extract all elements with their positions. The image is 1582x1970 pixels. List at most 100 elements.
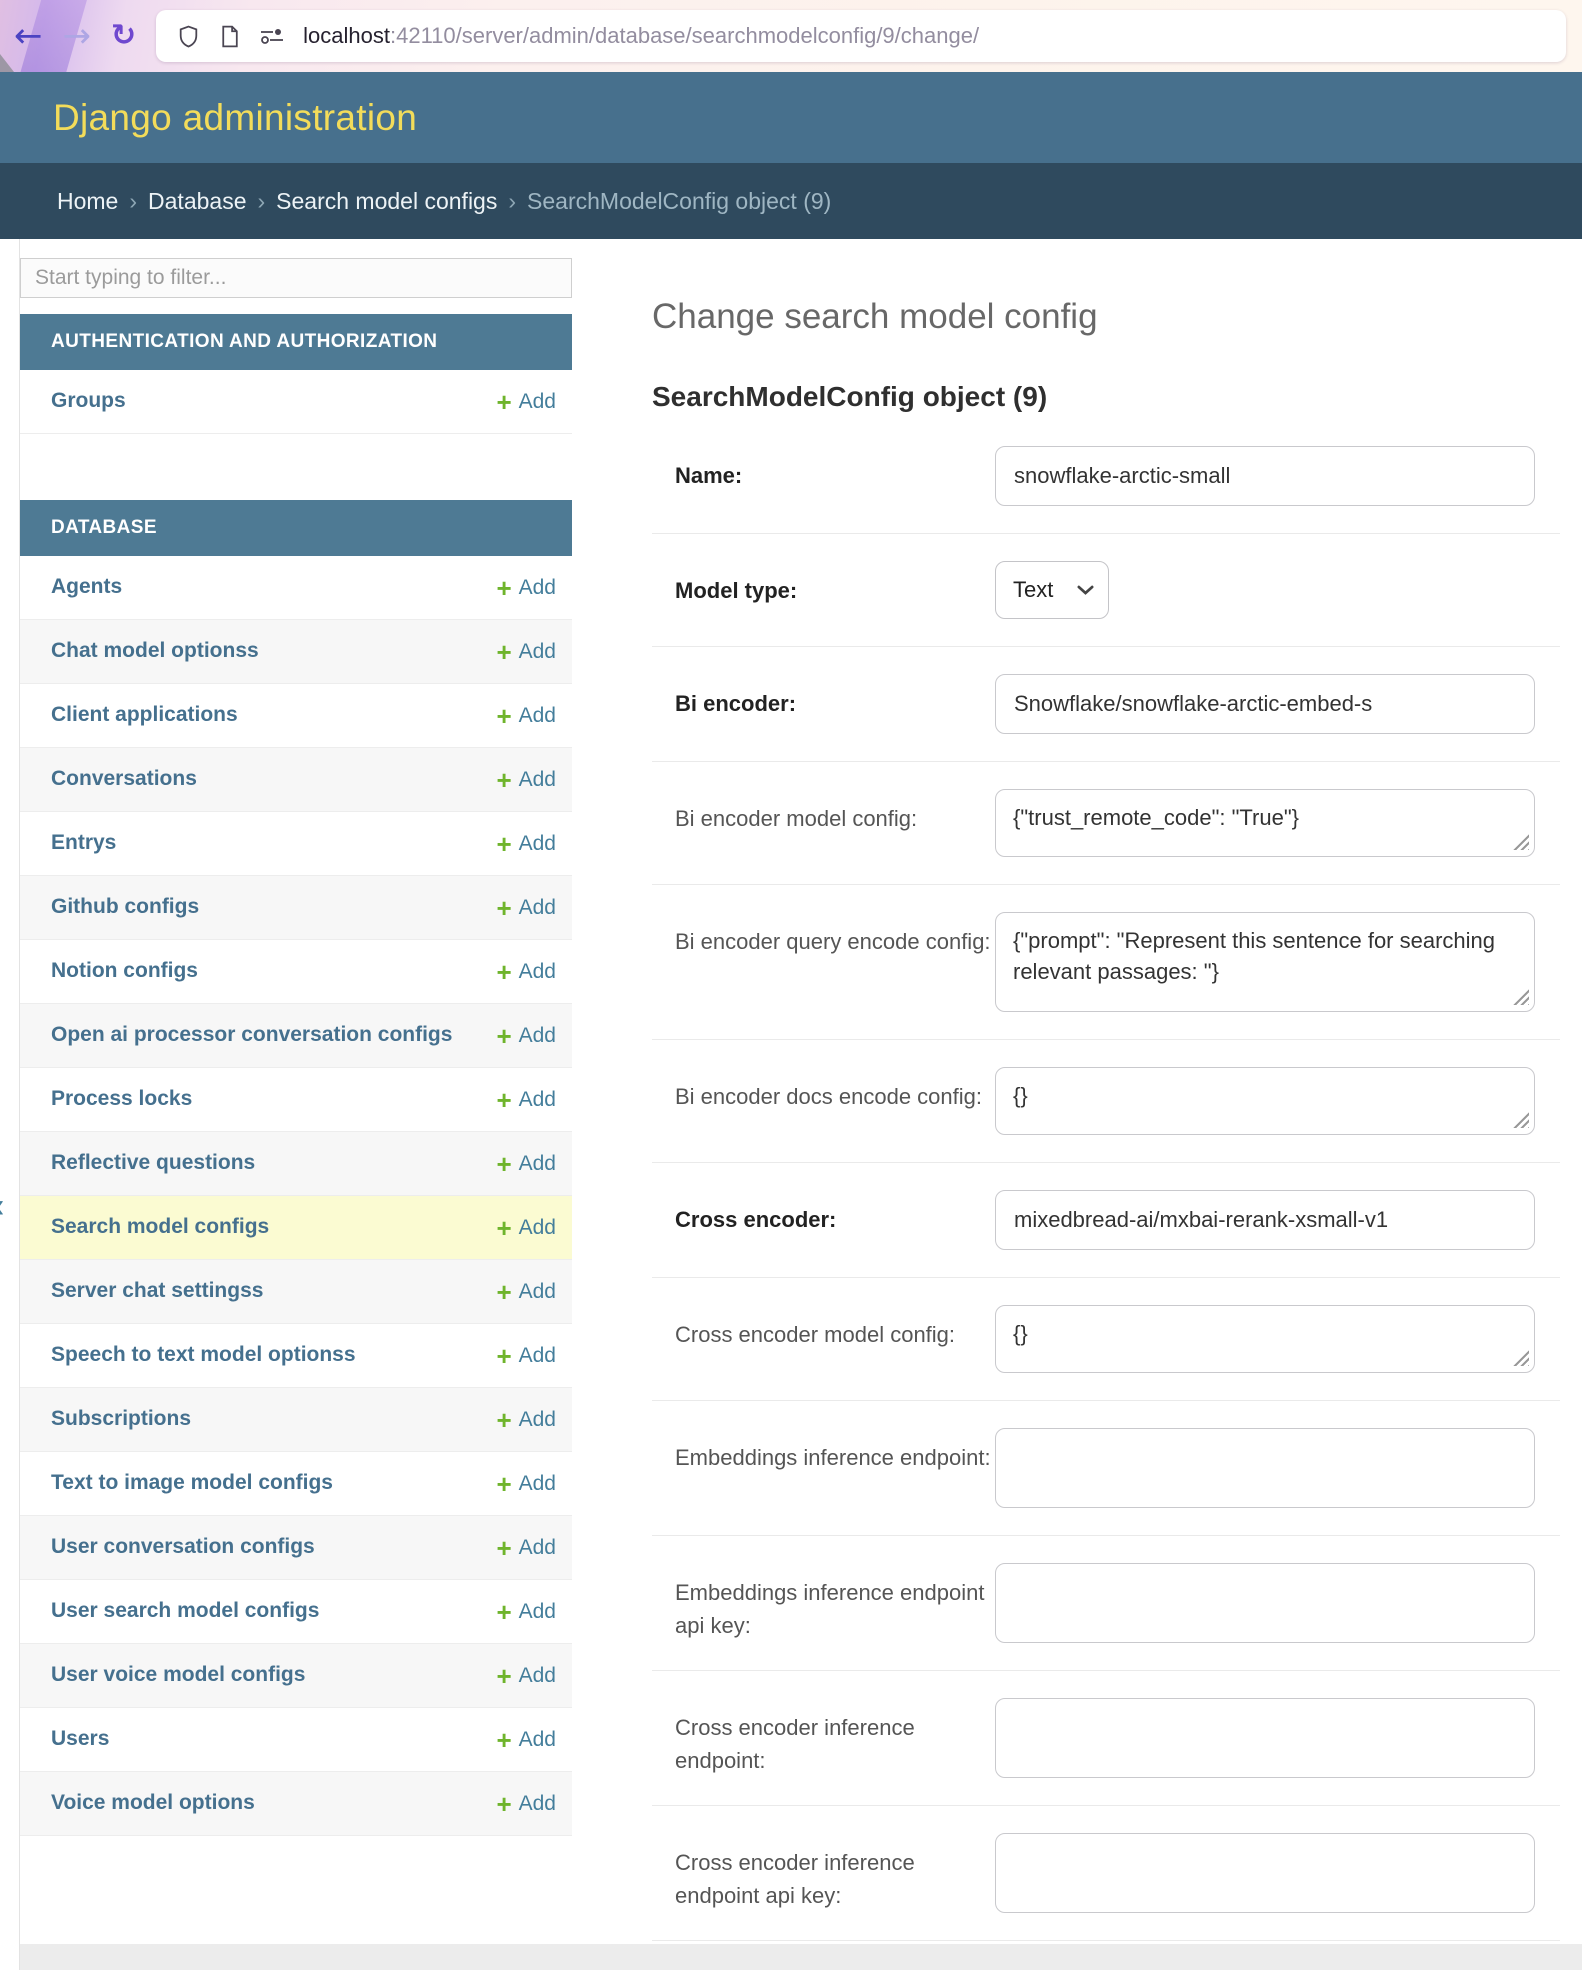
sidebar-link-entrys[interactable]: Entrys bbox=[51, 829, 116, 857]
back-icon[interactable]: ← bbox=[14, 19, 43, 53]
sidebar-link-subscriptions[interactable]: Subscriptions bbox=[51, 1405, 191, 1433]
sidebar-link-search-model-configs[interactable]: Search model configs bbox=[51, 1213, 269, 1241]
sidebar-module-database: DATABASEAgents+AddChat model optionss+Ad… bbox=[20, 500, 572, 1836]
add-label: Add bbox=[519, 1472, 556, 1496]
add-link-client-applications[interactable]: +Add bbox=[496, 703, 556, 729]
permissions-icon[interactable] bbox=[258, 25, 286, 47]
sidebar-item-user-voice-model-configs: User voice model configs +Add bbox=[20, 1644, 572, 1708]
add-link-groups[interactable]: +Add bbox=[496, 389, 556, 415]
add-label: Add bbox=[519, 768, 556, 792]
breadcrumb-link-home[interactable]: Home bbox=[57, 188, 118, 215]
breadcrumb-link-database[interactable]: Database bbox=[148, 188, 246, 215]
form-row-name: Name: bbox=[652, 419, 1560, 534]
reload-icon[interactable]: ↻ bbox=[111, 21, 136, 51]
sidebar-item-groups: Groups +Add bbox=[20, 370, 572, 434]
textarea-wrap bbox=[995, 1067, 1535, 1135]
add-link-search-model-configs[interactable]: +Add bbox=[496, 1215, 556, 1241]
sidebar-link-text-to-image-model-configs[interactable]: Text to image model configs bbox=[51, 1469, 333, 1497]
add-link-server-chat-settingss[interactable]: +Add bbox=[496, 1279, 556, 1305]
field-label-cross-encoder-model-config: Cross encoder model config: bbox=[675, 1305, 995, 1373]
add-link-agents[interactable]: +Add bbox=[496, 575, 556, 601]
input-cross-encoder[interactable] bbox=[995, 1190, 1535, 1250]
input-embeddings-inference-endpoint-api-key[interactable] bbox=[995, 1563, 1535, 1643]
input-cross-encoder-inference-endpoint-api-key[interactable] bbox=[995, 1833, 1535, 1913]
add-link-subscriptions[interactable]: +Add bbox=[496, 1407, 556, 1433]
sidebar-item-github-configs: Github configs +Add bbox=[20, 876, 572, 940]
form-row-cross-encoder-inference-endpoint: Cross encoder inference endpoint: bbox=[652, 1671, 1560, 1806]
add-link-user-conversation-configs[interactable]: +Add bbox=[496, 1535, 556, 1561]
sidebar-link-notion-configs[interactable]: Notion configs bbox=[51, 957, 198, 985]
add-link-conversations[interactable]: + Add bbox=[496, 767, 556, 793]
sidebar-link-client-applications[interactable]: Client applications bbox=[51, 701, 238, 729]
add-label: Add bbox=[519, 1664, 556, 1688]
sidebar-link-user-conversation-configs[interactable]: User conversation configs bbox=[51, 1533, 315, 1561]
textarea-bi-encoder-docs-encode-config[interactable] bbox=[995, 1067, 1535, 1135]
sidebar-link-speech-to-text-model-optionss[interactable]: Speech to text model optionss bbox=[51, 1341, 356, 1369]
forward-icon[interactable]: → bbox=[63, 19, 92, 53]
input-name[interactable] bbox=[995, 446, 1535, 506]
add-link-text-to-image-model-configs[interactable]: +Add bbox=[496, 1471, 556, 1497]
add-label: Add bbox=[519, 640, 556, 664]
sidebar-item-client-applications: Client applications +Add bbox=[20, 684, 572, 748]
field-control bbox=[995, 1305, 1560, 1373]
plus-icon: + bbox=[496, 1023, 511, 1049]
sidebar-link-agents[interactable]: Agents bbox=[51, 573, 122, 601]
site-title[interactable]: Django administration bbox=[53, 97, 417, 139]
shield-icon[interactable] bbox=[176, 24, 201, 49]
add-link-open-ai-processor-conversation-configs[interactable]: +Add bbox=[496, 1023, 556, 1049]
add-link-chat-model-optionss[interactable]: +Add bbox=[496, 639, 556, 665]
sidebar-link-conversations[interactable]: Conversations bbox=[51, 765, 197, 793]
page-icon[interactable] bbox=[218, 24, 241, 49]
add-link-speech-to-text-model-optionss[interactable]: +Add bbox=[496, 1343, 556, 1369]
add-link-process-locks[interactable]: +Add bbox=[496, 1087, 556, 1113]
sidebar-link-server-chat-settingss[interactable]: Server chat settingss bbox=[51, 1277, 263, 1305]
input-cross-encoder-inference-endpoint[interactable] bbox=[995, 1698, 1535, 1778]
sidebar-collapse-icon[interactable]: ‹ bbox=[0, 1187, 4, 1226]
textarea-cross-encoder-model-config[interactable] bbox=[995, 1305, 1535, 1373]
sidebar-link-groups[interactable]: Groups bbox=[51, 387, 126, 415]
sidebar-link-reflective-questions[interactable]: Reflective questions bbox=[51, 1149, 255, 1177]
sidebar-link-process-locks[interactable]: Process locks bbox=[51, 1085, 192, 1113]
sidebar-link-users[interactable]: Users bbox=[51, 1725, 109, 1753]
plus-icon: + bbox=[496, 575, 511, 601]
sidebar-link-user-search-model-configs[interactable]: User search model configs bbox=[51, 1597, 319, 1625]
add-link-github-configs[interactable]: +Add bbox=[496, 895, 556, 921]
select-model-type[interactable]: Text bbox=[995, 561, 1109, 619]
url-host: localhost bbox=[303, 23, 390, 48]
sidebar-link-voice-model-options[interactable]: Voice model options bbox=[51, 1789, 255, 1817]
plus-icon: + bbox=[496, 959, 511, 985]
plus-icon: + bbox=[496, 767, 511, 793]
add-link-users[interactable]: +Add bbox=[496, 1727, 556, 1753]
input-bi-encoder[interactable] bbox=[995, 674, 1535, 734]
add-link-voice-model-options[interactable]: +Add bbox=[496, 1791, 556, 1817]
breadcrumb-link-search-model-configs[interactable]: Search model configs bbox=[276, 188, 497, 215]
add-link-notion-configs[interactable]: +Add bbox=[496, 959, 556, 985]
plus-icon: + bbox=[496, 1215, 511, 1241]
sidebar-filter-input[interactable] bbox=[20, 258, 572, 298]
sidebar-item-chat-model-optionss: Chat model optionss +Add bbox=[20, 620, 572, 684]
textarea-bi-encoder-model-config[interactable] bbox=[995, 789, 1535, 857]
field-label-embeddings-inference-endpoint-api-key: Embeddings inference endpoint api key: bbox=[675, 1563, 995, 1643]
add-label: Add bbox=[519, 704, 556, 728]
sidebar-item-entrys: Entrys +Add bbox=[20, 812, 572, 876]
textarea-bi-encoder-query-encode-config[interactable] bbox=[995, 912, 1535, 1012]
form-row-cross-encoder-inference-endpoint-api-key: Cross encoder inference endpoint api key… bbox=[652, 1806, 1560, 1941]
field-control bbox=[995, 1563, 1560, 1643]
add-link-user-search-model-configs[interactable]: +Add bbox=[496, 1599, 556, 1625]
plus-icon: + bbox=[496, 1343, 511, 1369]
sidebar-link-user-voice-model-configs[interactable]: User voice model configs bbox=[51, 1661, 305, 1689]
sidebar-link-github-configs[interactable]: Github configs bbox=[51, 893, 199, 921]
add-link-user-voice-model-configs[interactable]: +Add bbox=[496, 1663, 556, 1689]
address-bar[interactable]: localhost:42110/server/admin/database/se… bbox=[156, 10, 1566, 62]
field-control bbox=[995, 912, 1560, 1012]
sidebar-item-notion-configs: Notion configs +Add bbox=[20, 940, 572, 1004]
sidebar-link-chat-model-optionss[interactable]: Chat model optionss bbox=[51, 637, 259, 665]
add-link-entrys[interactable]: +Add bbox=[496, 831, 556, 857]
field-control bbox=[995, 789, 1560, 857]
sidebar-link-open-ai-processor-conversation-configs[interactable]: Open ai processor conversation configs bbox=[51, 1021, 452, 1049]
input-embeddings-inference-endpoint[interactable] bbox=[995, 1428, 1535, 1508]
add-link-reflective-questions[interactable]: +Add bbox=[496, 1151, 556, 1177]
form-row-embeddings-inference-endpoint: Embeddings inference endpoint: bbox=[652, 1401, 1560, 1536]
field-label-bi-encoder-query-encode-config: Bi encoder query encode config: bbox=[675, 912, 995, 1012]
sidebar-item-user-conversation-configs: User conversation configs +Add bbox=[20, 1516, 572, 1580]
